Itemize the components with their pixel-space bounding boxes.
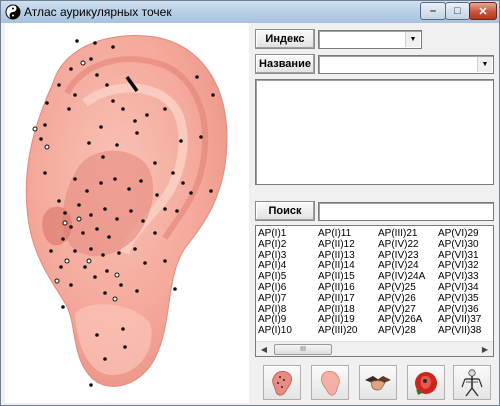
description-memo[interactable] [255, 79, 494, 185]
list-item[interactable]: AP(VII)38 [438, 325, 493, 337]
list-item[interactable]: AP(V)28 [378, 325, 438, 337]
scroll-right-icon[interactable]: ▶ [478, 343, 492, 356]
ear-front-icon [272, 370, 292, 396]
name-combo[interactable]: ▼ [318, 55, 494, 74]
list-item[interactable]: AP(II)12 [318, 239, 378, 251]
yin-yang-icon [5, 4, 21, 20]
list-column: AP(III)21 AP(IV)22 AP(IV)23 AP(IV)24 AP(… [378, 228, 438, 337]
window-title: Атлас аурикулярных точек [24, 5, 172, 19]
list-column: AP(I)11 AP(II)12 AP(II)13 AP(II)14 AP(II… [318, 228, 378, 337]
point-list[interactable]: AP(I)1 AP(I)2 AP(I)3 AP(I)4 AP(I)5 AP(I)… [255, 225, 494, 357]
list-item[interactable]: AP(III)20 [318, 325, 378, 337]
list-item[interactable]: AP(VI)30 [438, 239, 493, 251]
minimize-button[interactable]: – [420, 2, 446, 20]
chevron-down-icon[interactable]: ▼ [477, 57, 492, 72]
skeleton-button[interactable] [453, 365, 491, 400]
list-item[interactable]: AP(I)10 [258, 325, 318, 337]
list-column: AP(VI)29 AP(VI)30 AP(VI)31 AP(VI)32 AP(V… [438, 228, 493, 337]
list-item[interactable]: AP(IV)22 [378, 239, 438, 251]
red-ear-icon [415, 371, 437, 395]
ear-illustration[interactable] [5, 23, 249, 403]
ear-atlas-panel [5, 23, 249, 403]
scroll-left-icon[interactable]: ◀ [257, 343, 271, 356]
chevron-down-icon[interactable]: ▼ [405, 32, 420, 47]
search-button[interactable]: Поиск [255, 201, 315, 221]
ear-front-button[interactable] [263, 365, 301, 400]
index-button[interactable]: Индекс [255, 29, 315, 49]
index-combo[interactable]: ▼ [318, 30, 422, 49]
title-bar[interactable]: Атлас аурикулярных точек – □ ✕ [1, 1, 499, 23]
list-item[interactable]: AP(I)2 [258, 239, 318, 251]
ear-back-icon [321, 370, 340, 396]
scroll-thumb[interactable]: III [274, 344, 332, 355]
app-window: Атлас аурикулярных точек – □ ✕ Индекс ▼ … [0, 0, 500, 406]
point-list-columns: AP(I)1 AP(I)2 AP(I)3 AP(I)4 AP(I)5 AP(I)… [258, 228, 493, 337]
list-column: AP(I)1 AP(I)2 AP(I)3 AP(I)4 AP(I)5 AP(I)… [258, 228, 318, 337]
red-ear-button[interactable] [407, 365, 445, 400]
horizontal-scrollbar[interactable]: ◀ III ▶ [256, 341, 493, 356]
client-area: Индекс ▼ Название ▼ Поиск AP(I)1 AP(I)2 … [5, 23, 495, 403]
search-input[interactable] [318, 202, 494, 221]
handshake-button[interactable] [359, 365, 397, 400]
list-item[interactable]: AP(II)17 [318, 293, 378, 305]
close-button[interactable]: ✕ [469, 2, 497, 20]
maximize-button[interactable]: □ [445, 2, 470, 20]
handshake-icon [365, 375, 391, 390]
list-item[interactable]: AP(V)26 [378, 293, 438, 305]
skeleton-icon [461, 368, 483, 396]
list-item[interactable]: AP(VI)35 [438, 293, 493, 305]
ear-back-button[interactable] [311, 365, 349, 400]
name-button[interactable]: Название [255, 54, 315, 74]
list-item[interactable]: AP(I)7 [258, 293, 318, 305]
